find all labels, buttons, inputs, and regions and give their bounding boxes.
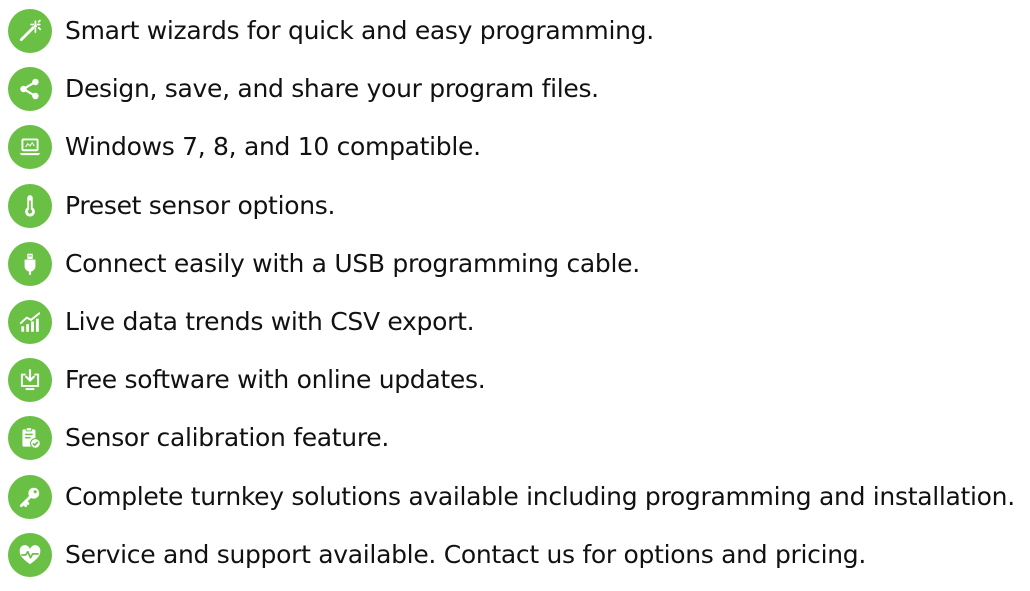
thermometer-icon bbox=[8, 183, 52, 228]
feature-text: Connect easily with a USB programming ca… bbox=[65, 248, 640, 278]
feature-text: Service and support available. Contact u… bbox=[65, 539, 866, 569]
feature-text: Live data trends with CSV export. bbox=[65, 306, 475, 336]
feature-item-turnkey: Complete turnkey solutions available inc… bbox=[8, 474, 1015, 533]
magic-wand-icon bbox=[8, 9, 52, 53]
download-monitor-icon bbox=[8, 358, 52, 403]
feature-item-usb: Connect easily with a USB programming ca… bbox=[8, 241, 1015, 300]
feature-text: Smart wizards for quick and easy program… bbox=[65, 16, 654, 45]
share-icon bbox=[8, 67, 52, 112]
feature-list: Smart wizards for quick and easy program… bbox=[8, 9, 1015, 591]
feature-item-trends: Live data trends with CSV export. bbox=[8, 299, 1015, 358]
feature-item-windows: Windows 7, 8, and 10 compatible. bbox=[8, 125, 1015, 183]
feature-text: Sensor calibration feature. bbox=[65, 423, 390, 453]
feature-item-software: Free software with online updates. bbox=[8, 358, 1015, 416]
feature-item-wizards: Smart wizards for quick and easy program… bbox=[8, 9, 1015, 67]
feature-item-support: Service and support available. Contact u… bbox=[8, 532, 1015, 591]
feature-text: Free software with online updates. bbox=[65, 365, 486, 395]
usb-plug-icon bbox=[8, 241, 52, 286]
feature-item-share: Design, save, and share your program fil… bbox=[8, 67, 1015, 125]
feature-item-sensor: Preset sensor options. bbox=[8, 183, 1015, 242]
feature-text: Preset sensor options. bbox=[65, 190, 336, 220]
heart-pulse-icon bbox=[8, 532, 52, 577]
feature-text: Design, save, and share your program fil… bbox=[65, 74, 599, 104]
trend-chart-icon bbox=[8, 299, 52, 344]
clipboard-check-icon bbox=[8, 416, 52, 461]
laptop-icon bbox=[8, 125, 52, 170]
key-icon bbox=[8, 474, 52, 519]
feature-text: Complete turnkey solutions available inc… bbox=[65, 481, 1015, 511]
feature-item-calibration: Sensor calibration feature. bbox=[8, 416, 1015, 474]
feature-text: Windows 7, 8, and 10 compatible. bbox=[65, 132, 481, 162]
